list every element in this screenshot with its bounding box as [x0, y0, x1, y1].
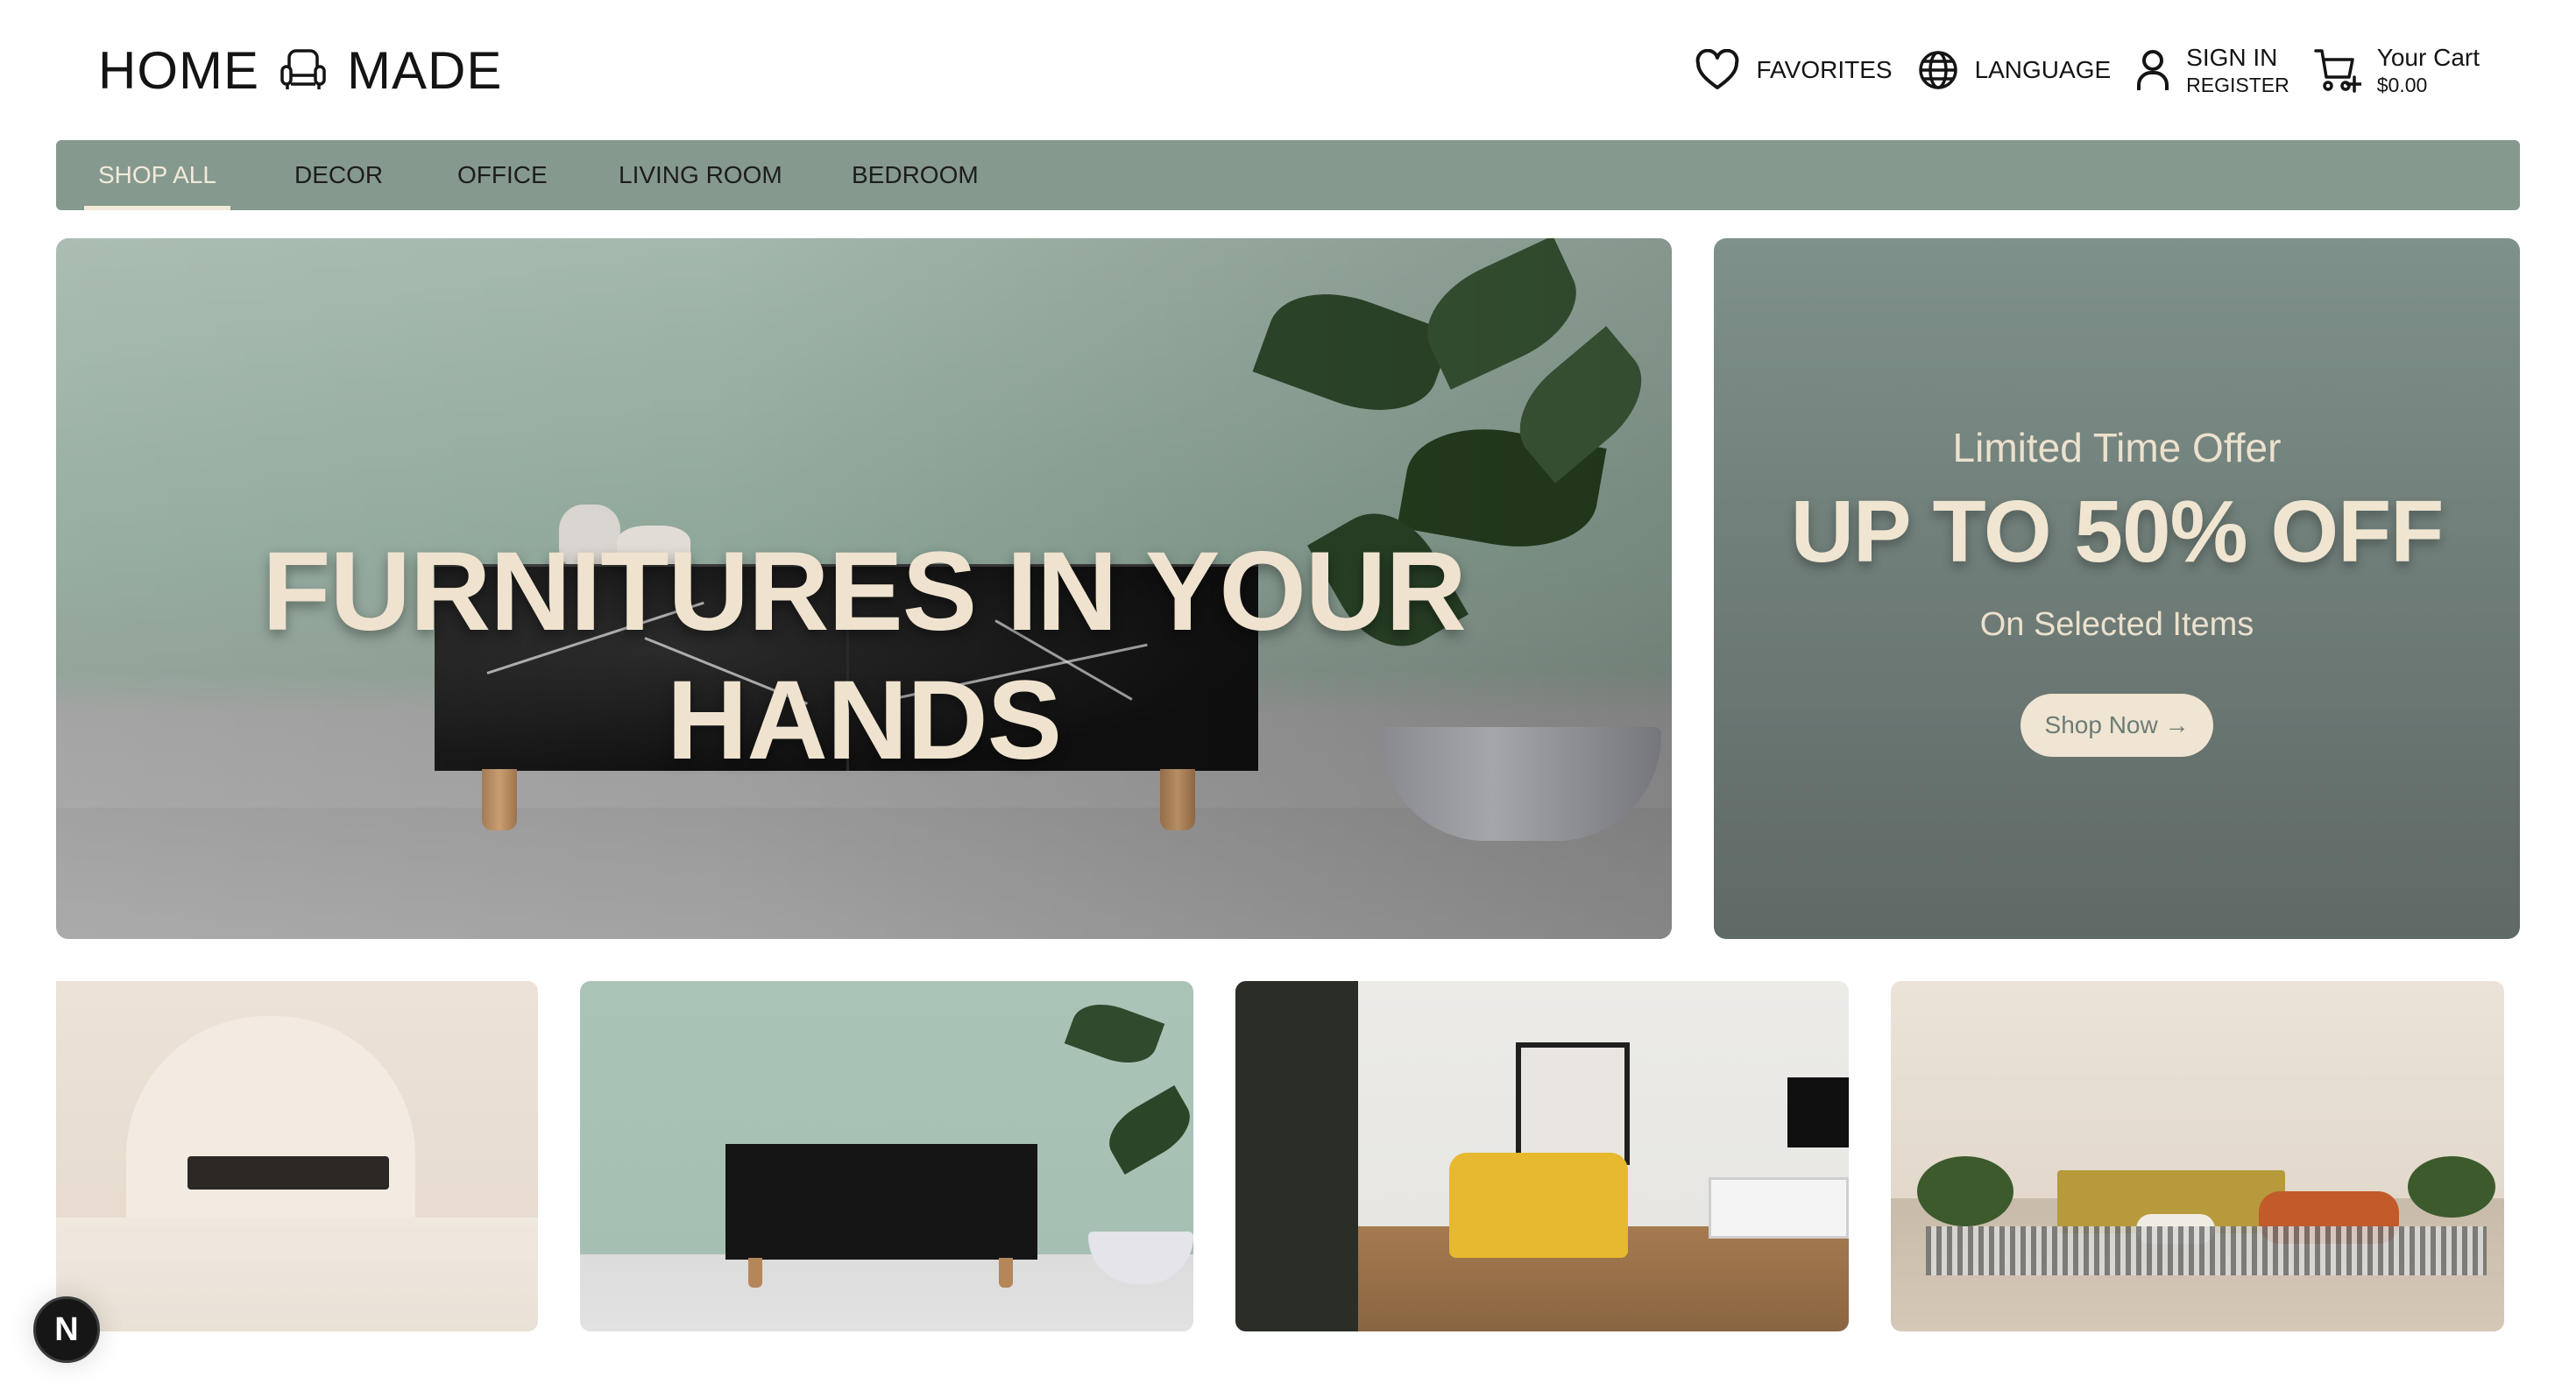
cart-total: $0.00 — [2376, 74, 2428, 97]
category-nav: SHOP ALL DECOR OFFICE LIVING ROOM BEDROO… — [56, 140, 2520, 210]
category-tab-living-room[interactable]: LIVING ROOM — [619, 140, 782, 210]
register-link[interactable]: REGISTER — [2186, 73, 2289, 98]
account-link[interactable]: SIGN IN REGISTER — [2135, 42, 2289, 98]
favorites-link[interactable]: FAVORITES — [1695, 49, 1893, 91]
cart-add-icon — [2314, 49, 2361, 93]
category-tab-bedroom[interactable]: BEDROOM — [852, 140, 979, 210]
shop-now-button[interactable]: Shop Now → — [2020, 694, 2213, 757]
hero-title: FURNITURES IN YOUR HANDS — [262, 529, 1467, 783]
promo-subtitle: On Selected Items — [1979, 606, 2254, 643]
hero-banner: FURNITURES IN YOUR HANDS — [56, 238, 1672, 939]
sign-in-link[interactable]: SIGN IN — [2186, 42, 2289, 73]
framework-dev-badge[interactable]: N — [33, 1296, 100, 1363]
cart-link[interactable]: Your Cart $0.00 — [2314, 42, 2480, 98]
account-nav: FAVORITES LANGUAGE SIGN IN REGISTER Your… — [1670, 32, 2480, 109]
brand-word-home: HOME — [98, 40, 259, 100]
promo-card: Limited Time Offer UP TO 50% OFF On Sele… — [1714, 238, 2520, 939]
category-thumbnail-marble-cabinet[interactable] — [580, 981, 1193, 1331]
cart-label: Your Cart — [2376, 44, 2480, 72]
site-header: HOME MADE FAVORITES LANGUAGE SIGN IN REG… — [0, 0, 2576, 140]
armchair-icon — [280, 49, 326, 89]
category-tab-decor[interactable]: DECOR — [294, 140, 383, 210]
category-thumbnail-armchair-room[interactable] — [1235, 981, 1849, 1331]
brand-logo[interactable]: HOME MADE — [98, 35, 502, 105]
user-icon — [2137, 50, 2169, 90]
favorites-label: FAVORITES — [1756, 56, 1893, 83]
category-tab-shop-all[interactable]: SHOP ALL — [84, 140, 230, 210]
promo-kicker: Limited Time Offer — [1952, 425, 2282, 470]
promo-headline: UP TO 50% OFF — [1790, 483, 2445, 581]
category-tab-office[interactable]: OFFICE — [457, 140, 548, 210]
language-label: LANGUAGE — [1974, 56, 2112, 83]
brand-word-made: MADE — [347, 40, 503, 100]
heart-icon — [1696, 49, 1739, 89]
language-selector[interactable]: LANGUAGE — [1917, 49, 2112, 91]
category-thumbnail-living-room[interactable] — [1891, 981, 2504, 1331]
category-thumbnail-arch-room[interactable] — [56, 981, 538, 1331]
globe-icon — [1918, 51, 1957, 89]
